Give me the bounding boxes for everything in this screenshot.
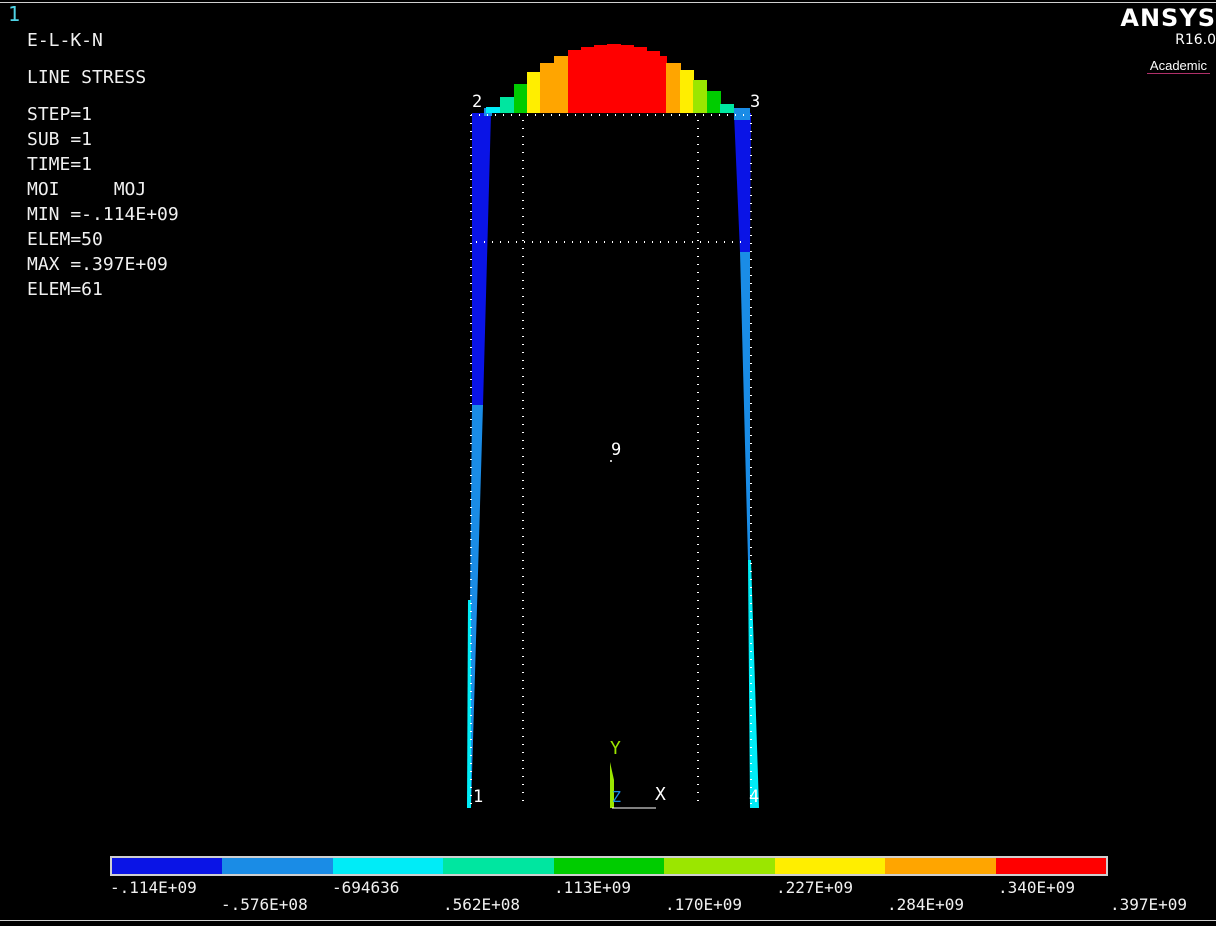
triad-z-label: Z	[612, 788, 621, 806]
stress-diagram: 1 2 3 4 9 Y Z X	[467, 44, 760, 809]
beam-stress-diagram	[486, 44, 734, 113]
triad-x-label: X	[655, 784, 666, 805]
legend-label-3: .562E+08	[443, 895, 521, 914]
keypoint-label-4: 4	[749, 787, 759, 807]
legend-swatch-6	[774, 858, 886, 874]
legend-label-2: -694636	[332, 878, 400, 897]
right-column-top-cap	[734, 108, 750, 120]
left-column-stress-edge	[467, 600, 471, 808]
right-column-stress-edge	[748, 560, 759, 808]
legend-swatch-1	[222, 858, 333, 874]
coordinate-triad: Y Z X	[610, 738, 666, 809]
legend-label-0: -.114E+09	[110, 878, 197, 897]
keypoint-9-marker	[610, 460, 612, 462]
keypoint-label-3: 3	[750, 92, 760, 112]
legend-label-1: -.576E+08	[221, 895, 308, 914]
right-column-stress-negative	[734, 113, 751, 252]
legend-swatch-0	[112, 858, 223, 874]
keypoint-label-2: 2	[472, 92, 482, 112]
legend-swatch-5	[664, 858, 775, 874]
right-column-stress-low	[740, 252, 750, 560]
legend-label-4: .113E+09	[554, 878, 632, 897]
legend-swatch-2	[332, 858, 444, 874]
keypoint-label-9: 9	[611, 440, 621, 460]
keypoint-label-1: 1	[473, 787, 483, 807]
legend-label-8: .340E+09	[998, 878, 1076, 897]
triad-y-label: Y	[610, 738, 621, 759]
legend-label-9: .397E+09	[1110, 895, 1188, 914]
legend-swatch-4	[553, 858, 665, 874]
legend-label-0-sign: -	[110, 878, 120, 897]
legend-label-0-value: .114E+09	[119, 878, 197, 897]
legend-swatch-3	[443, 858, 554, 874]
legend-label-5: .170E+09	[665, 895, 743, 914]
legend-label-6: .227E+09	[776, 878, 854, 897]
left-column-stress-negative	[472, 113, 491, 405]
legend-label-7: .284E+09	[887, 895, 965, 914]
legend-swatch-8	[995, 858, 1106, 874]
legend-swatch-7	[885, 858, 996, 874]
contour-legend-bar	[110, 856, 1108, 876]
